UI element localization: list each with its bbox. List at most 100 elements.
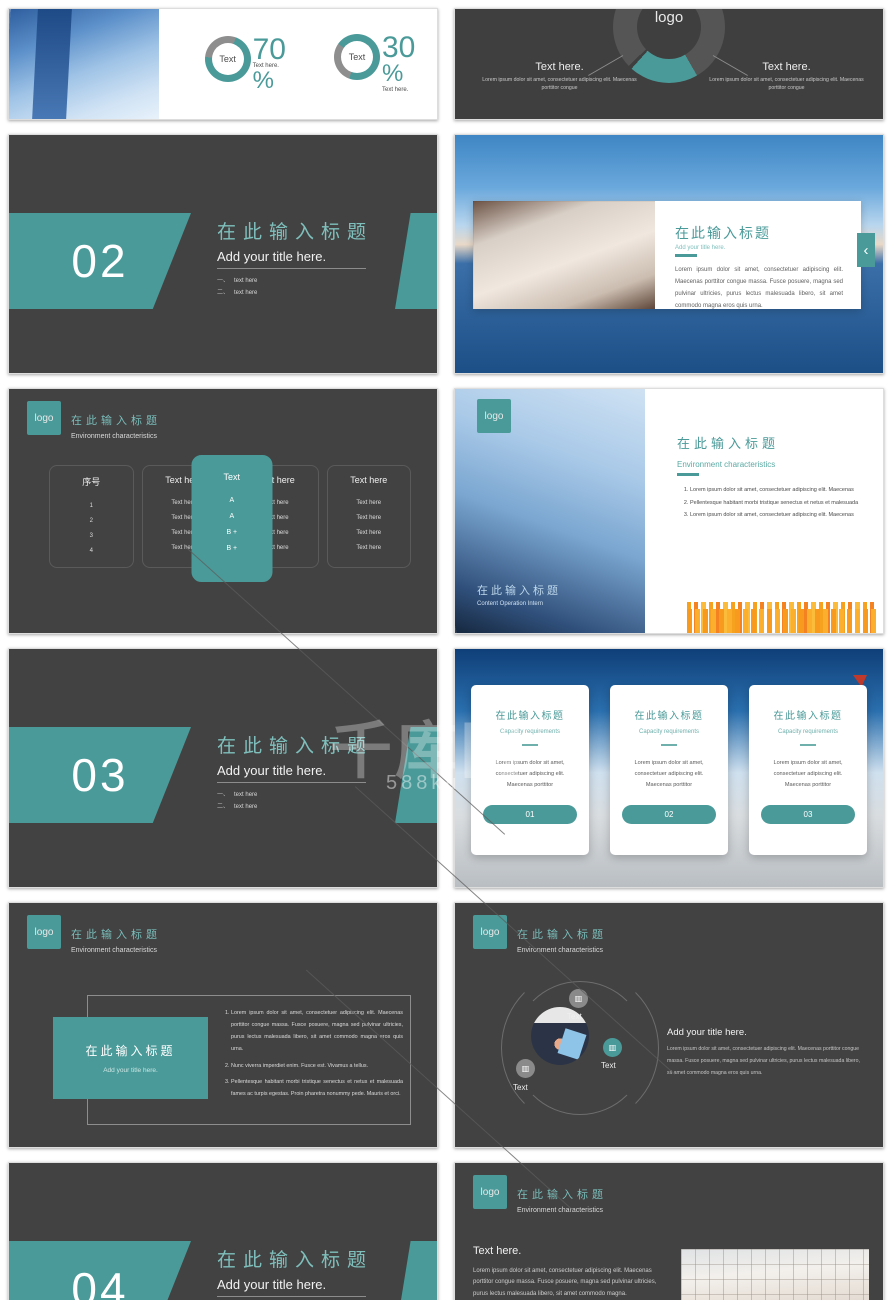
divider bbox=[800, 744, 816, 746]
skyline-graphic bbox=[687, 591, 877, 633]
stat-number: 70 bbox=[252, 32, 286, 66]
content-block: 在此输入标题 Environment characteristics Lorem… bbox=[677, 433, 869, 522]
card-title: 在此输入标题 bbox=[773, 711, 843, 722]
prev-arrow-icon[interactable]: ‹ bbox=[857, 233, 875, 267]
stat-caption: Text here. bbox=[382, 87, 409, 94]
feature-card[interactable]: 在此输入标题 Capacity requirements Lorem ipsum… bbox=[471, 685, 589, 855]
section-bullets: 一、 text here 二、 text here bbox=[217, 789, 373, 810]
slide-subtitle: Environment characteristics bbox=[677, 460, 776, 469]
slide-section-cover-03[interactable]: 03 在此输入标题 Add your title here. 一、 text he… bbox=[8, 648, 438, 888]
card-body: Lorem ipsum dolor sit amet, consectetuer… bbox=[675, 266, 843, 309]
slide-image-list[interactable]: 在此输入标题 Content Operation Intern logo 在此输… bbox=[454, 388, 884, 634]
stat-number: 30 bbox=[382, 31, 416, 64]
logo-badge: logo bbox=[27, 915, 61, 949]
callout-left: Text here. Lorem ipsum dolor sit amet, c… bbox=[477, 61, 642, 92]
accent-shape-right bbox=[395, 727, 437, 823]
list-item: 一、 text here bbox=[217, 789, 373, 798]
donut-chart-30: Text bbox=[334, 34, 380, 80]
slide-section-cover-02[interactable]: 02 在此输入标题 Add your title here. 一、 text he… bbox=[8, 134, 438, 374]
list-item: Pellentesque habitant morbi tristique se… bbox=[231, 1076, 403, 1100]
content-card: 在此输入标题 Add your title here. Lorem ipsum … bbox=[473, 201, 861, 309]
stat-value-block: 30 % Text here. bbox=[382, 31, 416, 94]
stat-item: Text 70 Text here. % bbox=[204, 32, 286, 93]
table-cell: 4 bbox=[89, 547, 93, 554]
bullet-marker: 二、 bbox=[217, 804, 230, 810]
slide-header: logo 在此输入标题 Environment characteristics bbox=[27, 915, 161, 954]
table-cell: Text here bbox=[356, 499, 382, 506]
keyboard-photo bbox=[681, 1249, 869, 1300]
callout-title: Text here. bbox=[762, 61, 811, 73]
divider bbox=[522, 744, 538, 746]
node-label: Text bbox=[601, 1061, 616, 1070]
header-text: 在此输入标题 Environment characteristics bbox=[71, 926, 161, 954]
bullet-marker: 一、 bbox=[217, 792, 230, 798]
stats-row: Text 70 Text here. % Text 30 % Text here… bbox=[159, 9, 437, 119]
donut-label: Text bbox=[348, 52, 366, 62]
stat-item: Text 30 % Text here. bbox=[334, 31, 416, 94]
table-cell: Text here bbox=[356, 514, 382, 521]
section-number-band: 04 bbox=[9, 1241, 191, 1300]
table-column-highlighted[interactable]: Text A A B + B + bbox=[191, 455, 273, 582]
list-item: Lorem ipsum dolor sit amet, consectetuer… bbox=[231, 1007, 403, 1056]
list-item: Nunc viverra imperdiet enim. Fusce est. … bbox=[231, 1060, 403, 1072]
bullet-text: text here bbox=[234, 804, 258, 810]
table-column: 序号 1 2 3 4 bbox=[49, 465, 134, 568]
table-cell: B + bbox=[226, 544, 238, 552]
logo-badge: logo bbox=[473, 915, 507, 949]
slide-text-keyboard[interactable]: logo 在此输入标题 Environment characteristics … bbox=[454, 1162, 884, 1300]
slide-logo-donut[interactable]: logo Text here. Lorem ipsum dolor sit am… bbox=[454, 8, 884, 120]
slide-title: 在此输入标题 bbox=[71, 929, 161, 941]
card-title: 在此输入标题 bbox=[495, 711, 565, 722]
slide-framed-list[interactable]: logo 在此输入标题 Environment characteristics … bbox=[8, 902, 438, 1148]
body-title: Add your title here. bbox=[667, 1027, 747, 1038]
chart-node-icon[interactable]: ▥ bbox=[569, 989, 588, 1008]
card-body: Lorem ipsum dolor sit amet, consectetuer… bbox=[773, 759, 843, 788]
section-subtitle: Add your title here. bbox=[217, 1272, 367, 1297]
card-title: 在此输入标题 bbox=[675, 225, 771, 241]
header-text: 在此输入标题 Environment characteristics bbox=[517, 1186, 607, 1214]
donut-label: Text bbox=[219, 53, 236, 64]
bullet-text: text here bbox=[234, 278, 258, 284]
column-header: Text here bbox=[350, 475, 388, 485]
card-number-pill[interactable]: 01 bbox=[483, 805, 577, 825]
list-item: 二、 text here bbox=[217, 287, 373, 296]
slide-section-cover-04[interactable]: 04 在此输入标题 Add your title here. 一、text he… bbox=[8, 1162, 438, 1300]
feature-card[interactable]: 在此输入标题 Capacity requirements Lorem ipsum… bbox=[749, 685, 867, 855]
slide-donut-stats[interactable]: Text 70 Text here. % Text 30 % Text here… bbox=[8, 8, 438, 120]
section-number-band: 03 bbox=[9, 727, 191, 823]
stat-value-block: 70 Text here. % bbox=[252, 32, 286, 93]
card-number-pill[interactable]: 02 bbox=[622, 805, 716, 825]
divider bbox=[677, 473, 699, 476]
chart-node-icon[interactable]: ▥ bbox=[516, 1059, 535, 1078]
card-number-pill[interactable]: 03 bbox=[761, 805, 855, 825]
table-cell: 2 bbox=[89, 517, 93, 524]
feature-card[interactable]: 在此输入标题 Capacity requirements Lorem ipsum… bbox=[610, 685, 728, 855]
slide-subtitle: Environment characteristics bbox=[71, 947, 157, 954]
section-title: 在此输入标题 bbox=[217, 222, 374, 243]
logo-badge: logo bbox=[473, 1175, 507, 1209]
header-text: 在此输入标题 Environment characteristics bbox=[517, 926, 607, 954]
logo-text: logo bbox=[654, 9, 684, 26]
slide-table[interactable]: logo 在此输入标题 Environment characteristics … bbox=[8, 388, 438, 634]
slide-photo-card[interactable]: 在此输入标题 Add your title here. Lorem ipsum … bbox=[454, 134, 884, 374]
node-label: Text bbox=[513, 1083, 528, 1092]
node-label: Text bbox=[567, 1012, 582, 1021]
accent-title-box: 在此输入标题 Add your title here. bbox=[53, 1017, 208, 1099]
list-item: Lorem ipsum dolor sit amet, consectetuer… bbox=[690, 484, 869, 497]
chart-node-icon-active[interactable]: ▥ bbox=[603, 1038, 622, 1057]
logo-badge: logo bbox=[27, 401, 61, 435]
slide-header: logo 在此输入标题 Environment characteristics bbox=[473, 915, 607, 954]
section-bullets: 一、 text here 二、 text here bbox=[217, 275, 373, 296]
callout-body: Lorem ipsum dolor sit amet, consectetuer… bbox=[709, 77, 864, 92]
slide-three-cards[interactable]: 在此输入标题 Capacity requirements Lorem ipsum… bbox=[454, 648, 884, 888]
table-cell: 3 bbox=[89, 532, 93, 539]
logo-badge: logo bbox=[477, 399, 511, 433]
bridge-photo bbox=[9, 9, 159, 119]
slide-header: logo 在此输入标题 Environment characteristics bbox=[473, 1175, 607, 1214]
numbered-list: Lorem ipsum dolor sit amet, consectetuer… bbox=[690, 484, 869, 522]
callout-right: Text here. Lorem ipsum dolor sit amet, c… bbox=[704, 61, 869, 92]
card-title: 在此输入标题 bbox=[634, 711, 704, 722]
list-item: 二、 text here bbox=[217, 801, 373, 810]
numbered-list: Lorem ipsum dolor sit amet, consectetuer… bbox=[221, 1007, 403, 1104]
slide-orbit-diagram[interactable]: logo 在此输入标题 Environment characteristics … bbox=[454, 902, 884, 1148]
